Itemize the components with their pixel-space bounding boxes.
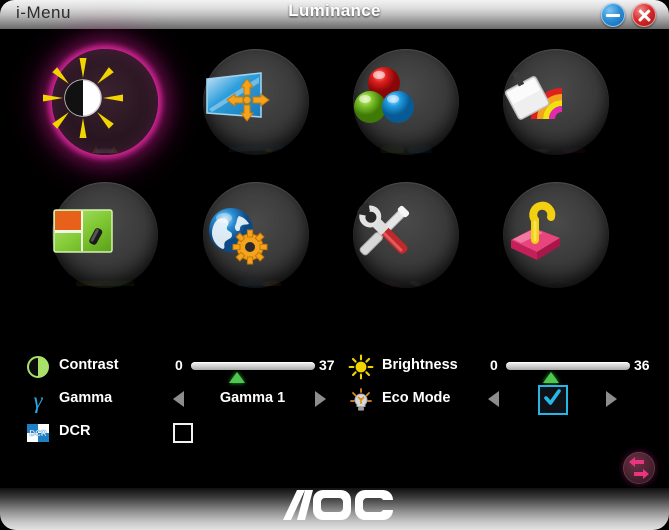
control-label: Eco Mode [382,390,451,406]
eco-bulb-icon [348,387,374,413]
control-label: Contrast [59,357,119,373]
eco-mode-checkbox[interactable] [538,385,568,415]
tools-icon [331,178,437,284]
menu-item-picture-boost[interactable] [481,45,631,177]
gamma-value: Gamma 1 [219,390,286,406]
control-panel: Contrast 0 37 γ Gamma Gamma 1 DCR DCR Br… [0,340,669,490]
icon-reflection [353,274,459,288]
contrast-max-value: 37 [319,357,335,373]
reset-button[interactable] [623,452,655,484]
control-label: Gamma [59,390,113,406]
eco-mode-next-arrow[interactable] [606,391,617,407]
contrast-slider-thumb[interactable] [228,372,245,383]
menu-item-luminance[interactable] [30,45,180,177]
menu-item-extra[interactable] [331,178,481,310]
contrast-circle-icon [25,354,51,380]
aoc-logo-icon [0,488,669,527]
sun-icon [348,354,374,380]
menu-icon-grid [0,33,669,313]
reset-arrows-icon [629,457,649,479]
icon-reflection [52,274,158,286]
image-setup-icon [181,45,287,151]
menu-item-language[interactable] [181,178,331,310]
gamma-icon: γ [25,387,51,413]
svg-text:γ: γ [33,388,43,413]
menu-item-osd-setup[interactable] [30,178,180,310]
contrast-slider-track[interactable] [191,362,315,370]
icon-reflection [203,274,309,293]
menu-item-exit[interactable] [481,178,631,310]
contrast-min-value: 0 [175,357,183,373]
control-label: DCR [59,423,91,439]
control-contrast[interactable]: Contrast 0 37 [25,352,335,385]
control-brightness[interactable]: Brightness 0 36 [348,352,650,385]
i-menu-window: i-Menu Luminance Contrast 0 37 γ Gamma G… [0,0,669,530]
icon-reflection [503,141,609,153]
icon-reflection [203,141,309,153]
rgb-spheres-icon [331,45,437,151]
svg-text:DCR: DCR [29,429,47,438]
close-button[interactable] [632,3,656,27]
menu-item-color-setup[interactable] [331,45,481,177]
icon-reflection [52,141,158,153]
brightness-max-value: 36 [634,357,650,373]
control-dcr[interactable]: DCR DCR [25,418,325,451]
dcr-checkbox[interactable] [173,423,193,443]
footer-bar [0,488,669,530]
check-icon [544,389,561,405]
page-title: Luminance [288,1,381,20]
icon-reflection [503,274,609,286]
dcr-icon: DCR [25,420,51,446]
pink-box-hook-icon [481,178,587,284]
brightness-slider-thumb[interactable] [542,372,559,383]
gamma-prev-arrow[interactable] [173,391,184,407]
minimize-icon [606,13,620,17]
title-bar: i-Menu Luminance [0,0,669,29]
gamma-next-arrow[interactable] [315,391,326,407]
control-eco-mode[interactable]: Eco Mode [348,385,648,418]
sun-contrast-icon [30,45,136,151]
icon-reflection [353,141,459,156]
rainbow-card-icon [481,45,587,151]
control-gamma[interactable]: γ Gamma Gamma 1 [25,385,326,418]
minimize-button[interactable] [601,3,625,27]
brightness-slider-track[interactable] [506,362,630,370]
control-label: Brightness [382,357,458,373]
globe-gear-icon [181,178,287,284]
osd-window-icon [30,178,136,284]
menu-item-image-setup[interactable] [181,45,331,177]
brightness-min-value: 0 [490,357,498,373]
eco-mode-prev-arrow[interactable] [488,391,499,407]
